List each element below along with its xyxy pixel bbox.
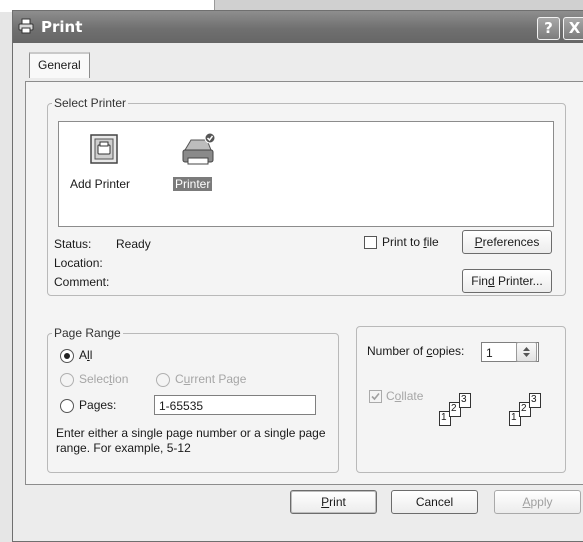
printer-label: Printer bbox=[173, 177, 213, 191]
page-range-hint: Enter either a single page number or a s… bbox=[56, 426, 326, 455]
select-printer-legend: Select Printer bbox=[54, 96, 127, 110]
all-option[interactable]: All bbox=[60, 348, 140, 364]
tab-general[interactable]: General bbox=[29, 52, 90, 78]
current-page-label: Current Page bbox=[175, 372, 247, 386]
copies-label: Number of copies: bbox=[367, 344, 465, 358]
copies-spinner[interactable] bbox=[516, 342, 537, 362]
close-button[interactable]: X bbox=[563, 17, 583, 40]
pages-radio[interactable] bbox=[60, 399, 74, 413]
printer-list[interactable]: Add Printer Printer bbox=[58, 121, 554, 227]
collate-illustration-set-1: 1 2 3 bbox=[439, 391, 479, 431]
page-icon: 3 bbox=[459, 393, 471, 408]
page-range-group: Page Range All Selection Current Page Pa… bbox=[47, 326, 339, 473]
print-dialog: Print ? X General Select Printer Add Pri… bbox=[12, 10, 583, 542]
preferences-button[interactable]: Preferences bbox=[462, 230, 552, 254]
find-printer-button[interactable]: Find Printer... bbox=[462, 269, 552, 293]
selection-radio[interactable] bbox=[60, 373, 74, 387]
select-printer-group: Select Printer Add Printer Printer Statu… bbox=[47, 96, 566, 296]
general-tab-page: Select Printer Add Printer Printer Statu… bbox=[25, 81, 583, 485]
spinner-arrows-icon bbox=[523, 347, 530, 357]
printer-icon bbox=[179, 132, 219, 171]
checkmark-icon bbox=[371, 392, 380, 401]
page-range-legend: Page Range bbox=[54, 326, 121, 340]
printer-item-printer[interactable]: Printer bbox=[167, 132, 227, 196]
status-value: Ready bbox=[116, 237, 151, 251]
cancel-button[interactable]: Cancel bbox=[391, 490, 478, 514]
title-bar[interactable]: Print ? X bbox=[13, 11, 583, 43]
copies-group: Number of copies: 1 Collate 1 2 3 1 2 3 bbox=[356, 326, 566, 473]
all-radio[interactable] bbox=[60, 349, 74, 363]
apply-button[interactable]: Apply bbox=[494, 490, 581, 514]
pages-label: Pages: bbox=[79, 398, 117, 412]
pages-option[interactable]: Pages: bbox=[60, 398, 140, 414]
selection-label: Selection bbox=[79, 372, 129, 386]
help-button[interactable]: ? bbox=[537, 17, 560, 40]
pages-input[interactable]: 1-65535 bbox=[154, 395, 316, 415]
add-printer-icon bbox=[88, 132, 122, 169]
collate-illustration-set-2: 1 2 3 bbox=[509, 391, 549, 431]
print-to-file-checkbox[interactable] bbox=[364, 236, 377, 249]
current-page-option[interactable]: Current Page bbox=[156, 372, 276, 388]
tab-strip: General bbox=[13, 43, 583, 81]
all-label: All bbox=[79, 348, 93, 362]
selection-option[interactable]: Selection bbox=[60, 372, 140, 388]
collate-label: Collate bbox=[386, 389, 424, 403]
add-printer-label: Add Printer bbox=[70, 177, 131, 191]
print-to-file-label: Print to file bbox=[382, 235, 439, 249]
page-icon: 3 bbox=[529, 393, 541, 408]
window-title: Print bbox=[41, 18, 83, 36]
collate-option[interactable]: Collate bbox=[369, 389, 449, 405]
print-button[interactable]: Print bbox=[290, 490, 377, 514]
printer-icon bbox=[18, 18, 34, 34]
location-label: Location: bbox=[54, 256, 103, 270]
printer-item-add-printer[interactable]: Add Printer bbox=[69, 132, 139, 196]
current-page-radio[interactable] bbox=[156, 373, 170, 387]
comment-label: Comment: bbox=[54, 275, 110, 289]
status-label: Status: bbox=[54, 237, 92, 251]
collate-checkbox[interactable] bbox=[369, 390, 382, 403]
